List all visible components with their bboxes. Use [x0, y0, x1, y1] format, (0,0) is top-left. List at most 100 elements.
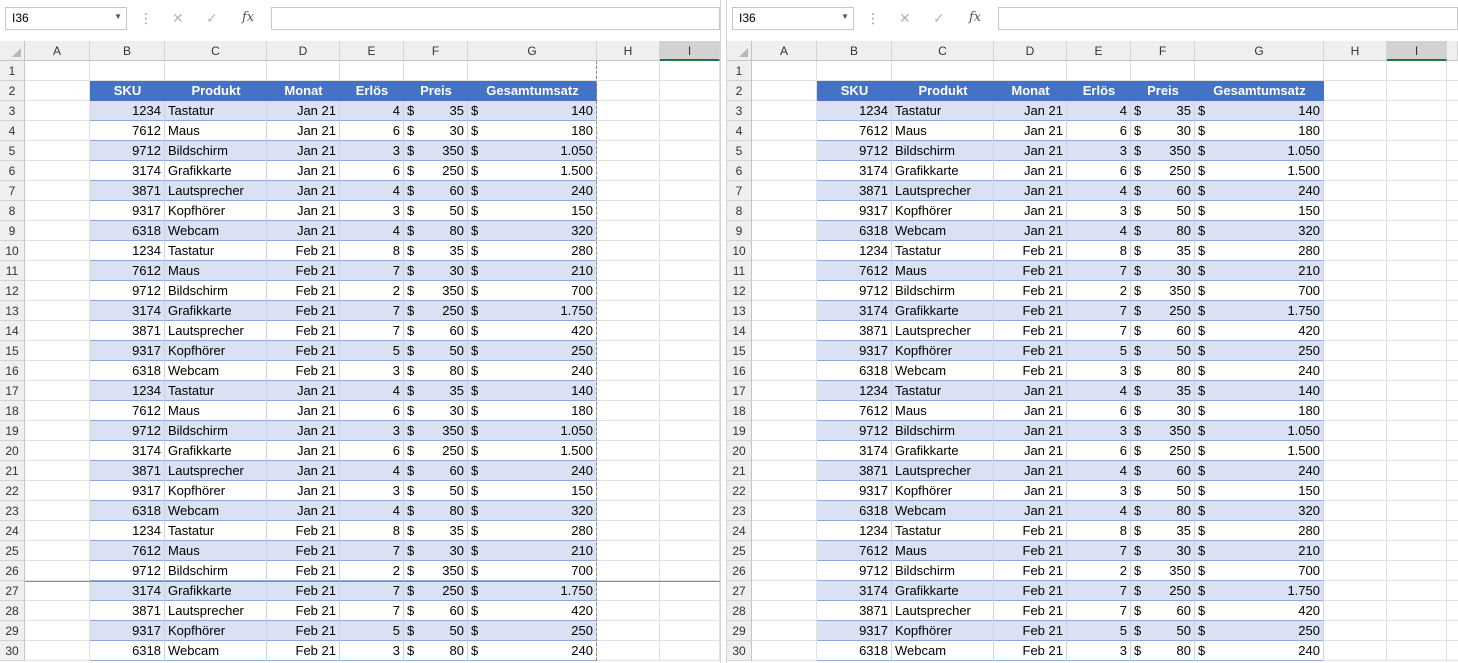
column-header-h[interactable]: H — [597, 41, 660, 61]
cell-preis[interactable]: $35 — [1131, 381, 1195, 401]
row-header[interactable]: 4 — [0, 121, 25, 141]
cell-erloes[interactable]: 7 — [340, 541, 404, 561]
column-header-d[interactable]: D — [994, 41, 1067, 61]
cell-preis[interactable]: $350 — [404, 561, 468, 581]
cell-sku[interactable]: 9317 — [90, 621, 165, 641]
cell-erloes[interactable]: 7 — [340, 261, 404, 281]
row-header[interactable]: 18 — [727, 401, 752, 421]
cell-erloes[interactable]: 4 — [340, 461, 404, 481]
row-header[interactable]: 9 — [727, 221, 752, 241]
cell-preis[interactable]: $60 — [404, 461, 468, 481]
column-header-b[interactable]: B — [90, 41, 165, 61]
cell-monat[interactable]: Jan 21 — [267, 481, 340, 501]
cell-gesamtumsatz[interactable]: $140 — [468, 101, 597, 121]
header-preis[interactable]: Preis — [1131, 81, 1195, 101]
cell-sku[interactable]: 9712 — [90, 281, 165, 301]
cell-produkt[interactable]: Grafikkarte — [165, 441, 267, 461]
cell-produkt[interactable]: Webcam — [165, 641, 267, 661]
row-header[interactable]: 15 — [0, 341, 25, 361]
cell-produkt[interactable]: Grafikkarte — [892, 301, 994, 321]
fx-icon[interactable]: fx — [242, 10, 254, 25]
cell-monat[interactable]: Feb 21 — [994, 521, 1067, 541]
header-gesamt[interactable]: Gesamtumsatz — [468, 81, 597, 101]
cell-monat[interactable]: Jan 21 — [267, 181, 340, 201]
cell-monat[interactable]: Jan 21 — [994, 161, 1067, 181]
cell-monat[interactable]: Feb 21 — [267, 521, 340, 541]
cell-produkt[interactable]: Lautsprecher — [165, 181, 267, 201]
header-produkt[interactable]: Produkt — [165, 81, 267, 101]
cell-monat[interactable]: Feb 21 — [267, 601, 340, 621]
cell-sku[interactable]: 1234 — [817, 521, 892, 541]
column-header-f[interactable]: F — [404, 41, 468, 61]
cell-erloes[interactable]: 2 — [340, 281, 404, 301]
cell-preis[interactable]: $80 — [404, 361, 468, 381]
cell-erloes[interactable]: 7 — [1067, 321, 1131, 341]
cell-monat[interactable]: Jan 21 — [267, 501, 340, 521]
select-all-corner[interactable] — [727, 41, 752, 61]
cell-sku[interactable]: 1234 — [90, 521, 165, 541]
cell-preis[interactable]: $60 — [1131, 461, 1195, 481]
cell-monat[interactable]: Jan 21 — [994, 381, 1067, 401]
cell-monat[interactable]: Jan 21 — [267, 101, 340, 121]
cell-preis[interactable]: $60 — [404, 601, 468, 621]
cell-erloes[interactable]: 6 — [340, 401, 404, 421]
column-header-a[interactable]: A — [25, 41, 90, 61]
row-header[interactable]: 24 — [727, 521, 752, 541]
cell-gesamtumsatz[interactable]: $140 — [1195, 101, 1324, 121]
cell-produkt[interactable]: Grafikkarte — [165, 161, 267, 181]
cell-monat[interactable]: Feb 21 — [267, 261, 340, 281]
cell-sku[interactable]: 3174 — [817, 581, 892, 601]
cell-gesamtumsatz[interactable]: $1.750 — [1195, 581, 1324, 601]
cell-monat[interactable]: Feb 21 — [994, 261, 1067, 281]
cell-produkt[interactable]: Maus — [165, 541, 267, 561]
column-header-a[interactable]: A — [752, 41, 817, 61]
cell-gesamtumsatz[interactable]: $700 — [1195, 281, 1324, 301]
row-header[interactable]: 4 — [727, 121, 752, 141]
cell-sku[interactable]: 9712 — [817, 141, 892, 161]
cell-erloes[interactable]: 2 — [1067, 281, 1131, 301]
row-header[interactable]: 12 — [727, 281, 752, 301]
cell-preis[interactable]: $80 — [1131, 361, 1195, 381]
row-header[interactable]: 18 — [0, 401, 25, 421]
cell-gesamtumsatz[interactable]: $250 — [1195, 341, 1324, 361]
cell-gesamtumsatz[interactable]: $210 — [468, 261, 597, 281]
cell-sku[interactable]: 9712 — [817, 281, 892, 301]
cell-produkt[interactable]: Grafikkarte — [892, 441, 994, 461]
cell-produkt[interactable]: Webcam — [165, 361, 267, 381]
cell-erloes[interactable]: 3 — [340, 421, 404, 441]
cell-monat[interactable]: Jan 21 — [994, 461, 1067, 481]
chevron-down-icon[interactable]: ▼ — [114, 12, 122, 21]
row-header[interactable]: 30 — [727, 641, 752, 661]
cell-preis[interactable]: $30 — [404, 541, 468, 561]
cell-produkt[interactable]: Bildschirm — [165, 281, 267, 301]
cell-produkt[interactable]: Kopfhörer — [892, 621, 994, 641]
cell-erloes[interactable]: 7 — [1067, 261, 1131, 281]
cell-erloes[interactable]: 6 — [1067, 121, 1131, 141]
cell-preis[interactable]: $30 — [404, 261, 468, 281]
cell-sku[interactable]: 1234 — [817, 381, 892, 401]
header-erloes[interactable]: Erlös — [1067, 81, 1131, 101]
column-header-i[interactable]: I — [660, 41, 720, 61]
cell-sku[interactable]: 6318 — [817, 641, 892, 661]
cell-erloes[interactable]: 8 — [1067, 521, 1131, 541]
cell-erloes[interactable]: 2 — [1067, 561, 1131, 581]
cell-gesamtumsatz[interactable]: $320 — [468, 221, 597, 241]
cell-monat[interactable]: Jan 21 — [994, 141, 1067, 161]
cell-sku[interactable]: 6318 — [90, 501, 165, 521]
cell-gesamtumsatz[interactable]: $240 — [468, 361, 597, 381]
cell-produkt[interactable]: Maus — [892, 541, 994, 561]
cell-monat[interactable]: Feb 21 — [267, 341, 340, 361]
cell-produkt[interactable]: Bildschirm — [165, 561, 267, 581]
cell-preis[interactable]: $250 — [1131, 301, 1195, 321]
cell-monat[interactable]: Feb 21 — [267, 641, 340, 661]
check-icon[interactable]: ✓ — [206, 10, 218, 27]
cell-monat[interactable]: Feb 21 — [267, 321, 340, 341]
cell-preis[interactable]: $350 — [1131, 141, 1195, 161]
cell-preis[interactable]: $35 — [1131, 101, 1195, 121]
column-header-e[interactable]: E — [340, 41, 404, 61]
x-icon[interactable]: ✕ — [172, 10, 184, 27]
cell-monat[interactable]: Jan 21 — [267, 221, 340, 241]
cell-preis[interactable]: $50 — [1131, 621, 1195, 641]
cell-erloes[interactable]: 6 — [340, 161, 404, 181]
cell-sku[interactable]: 9712 — [90, 141, 165, 161]
